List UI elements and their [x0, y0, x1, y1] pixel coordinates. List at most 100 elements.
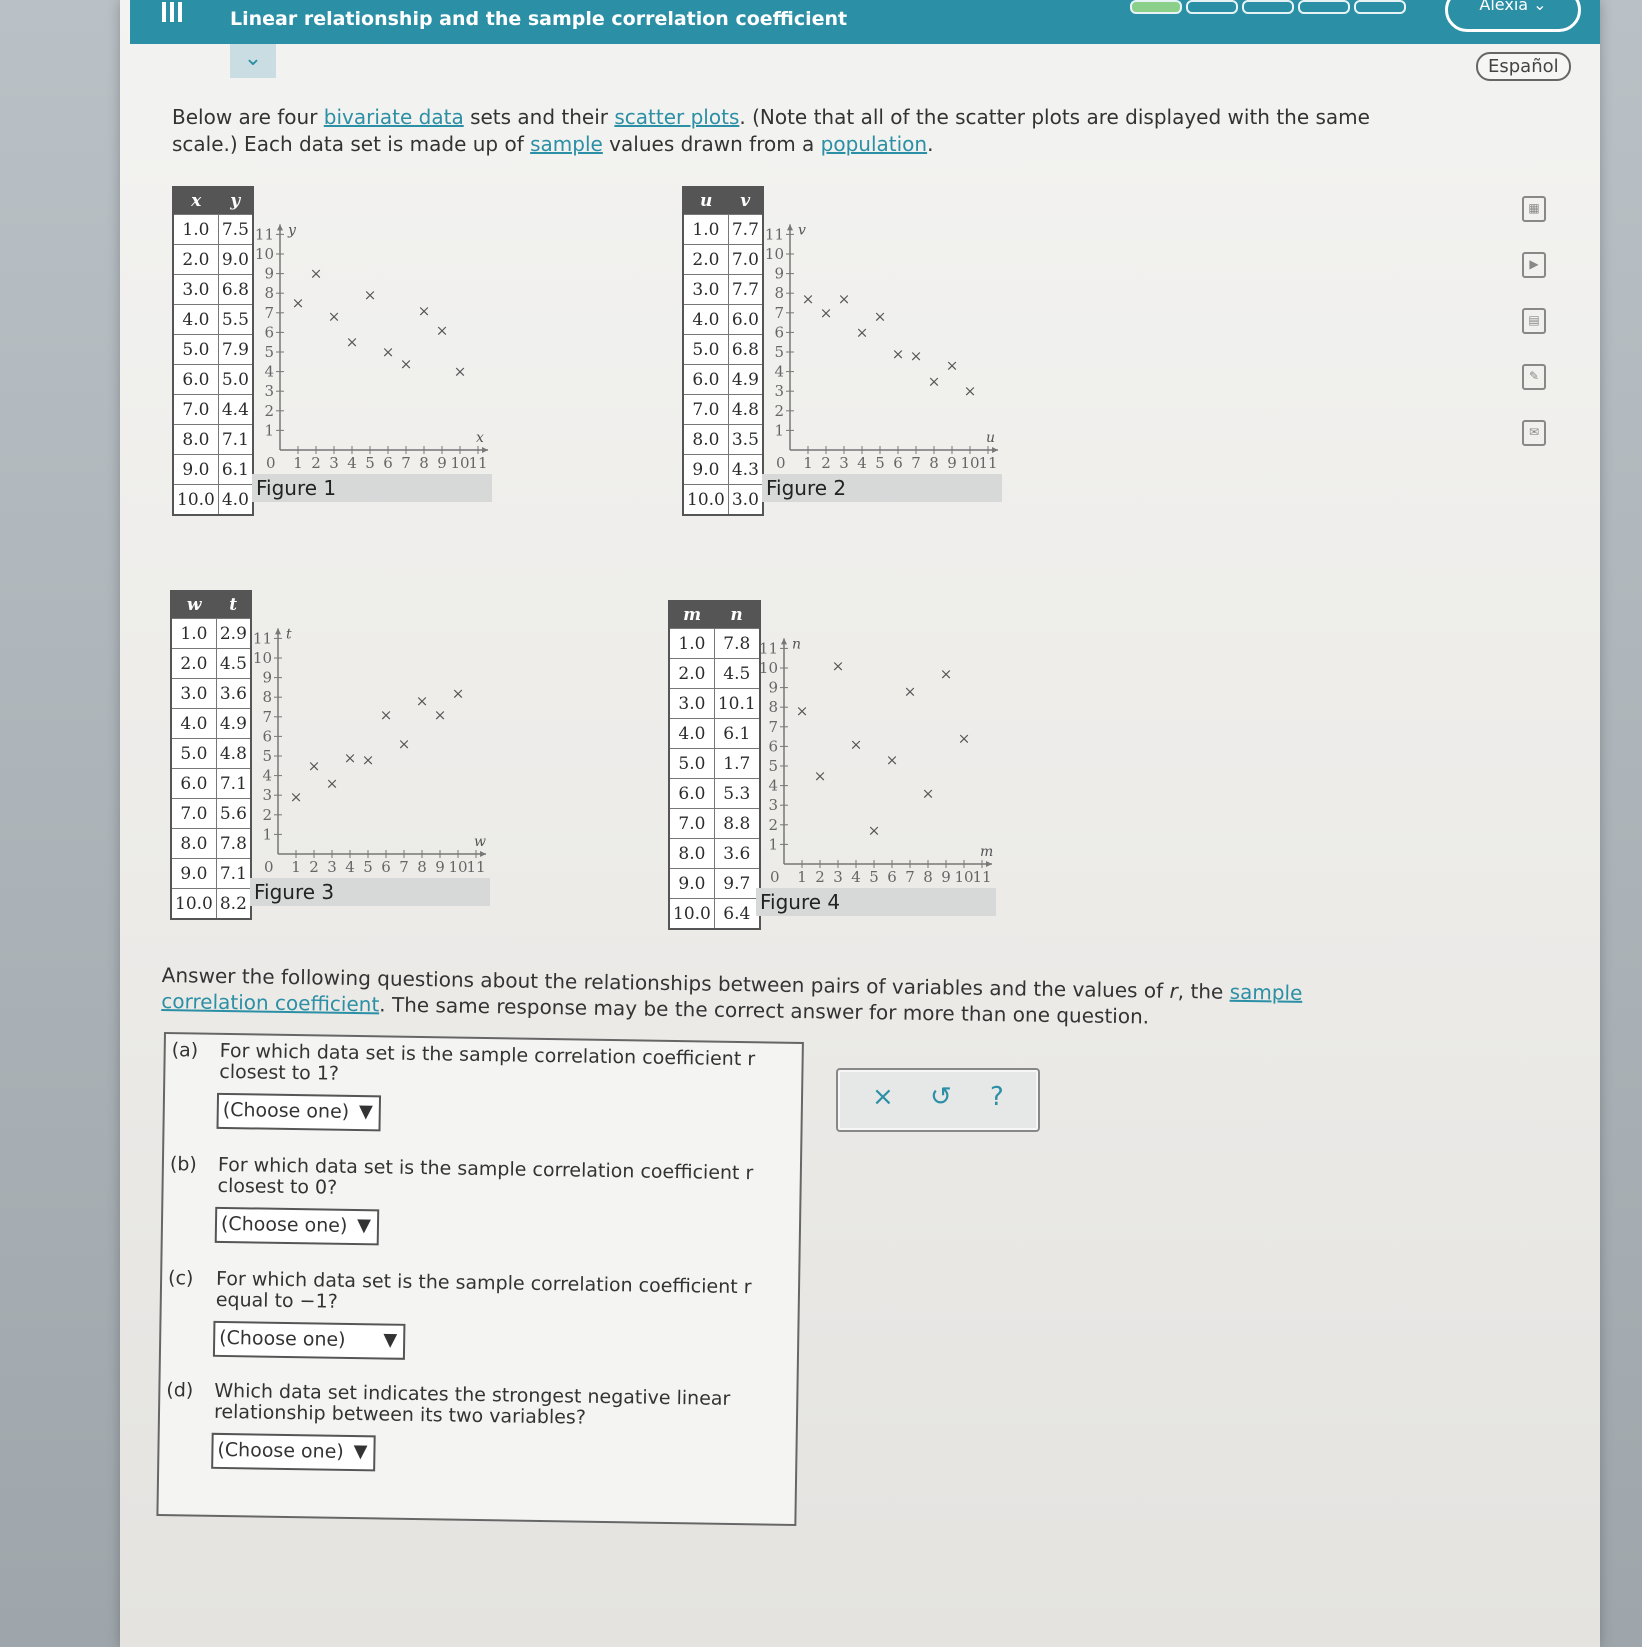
x-tick-label: 11	[972, 868, 991, 886]
chevron-down-icon: ⌄	[243, 46, 263, 71]
y-tick-label: 9	[264, 265, 274, 283]
x-tick-label: 2	[309, 858, 319, 876]
x-tick-label: 9	[435, 858, 445, 876]
y-tick-label: 1	[264, 421, 274, 439]
table-header: y	[218, 187, 253, 215]
collapse-toggle[interactable]: ⌄	[230, 44, 276, 78]
table-row: 5.0 4.8	[170, 738, 252, 769]
answer-select-d[interactable]: (Choose one) ▼	[211, 1432, 376, 1472]
answer-select-b[interactable]: (Choose one) ▼	[214, 1206, 380, 1246]
table-cell: 3.0	[727, 484, 764, 516]
y-tick-label: 11	[255, 225, 274, 243]
answer-select-c[interactable]: (Choose one) ▼	[212, 1320, 406, 1360]
y-tick-label: 7	[774, 304, 784, 322]
table-cell: 8.8	[713, 808, 761, 839]
origin-label: 0	[770, 868, 780, 886]
table-row: 6.0 7.1	[170, 768, 252, 799]
table-row: 3.0 3.6	[170, 678, 252, 709]
x-tick-label: 6	[887, 868, 897, 886]
data-point: ×	[868, 822, 881, 840]
table-cell: 1.0	[172, 214, 219, 245]
calculator-icon[interactable]: ▦	[1522, 196, 1546, 222]
scatter-plot-2: 1 1 2 2 3 3 4 4 5 5 6 6 7 7 8 8 9 9 10 10 11 11 0 u v × × × × × × × × × ×	[762, 212, 1002, 476]
y-tick-label: 10	[759, 659, 778, 677]
scatter-plot-1: 1 1 2 2 3 3 4 4 5 5 6 6 7 7 8 8 9 9 10 10 11 11 0 x y × × × × × × × × × ×	[252, 212, 492, 476]
intro-text-part: Below are four	[172, 105, 324, 129]
clear-button[interactable]: ×	[872, 1082, 894, 1112]
origin-label: 0	[776, 454, 786, 472]
undo-button[interactable]: ↺	[930, 1082, 952, 1112]
table-cell: 4.0	[170, 708, 217, 739]
data-point: ×	[832, 657, 845, 675]
question-label: (b)	[169, 1153, 197, 1176]
data-point: ×	[856, 323, 869, 341]
data-point: ×	[454, 363, 467, 381]
table-row: 9.0 7.1	[170, 858, 252, 889]
scatter-plot-3: 1 1 2 2 3 3 4 4 5 5 6 6 7 7 8 8 9 9 10 10 11 11 0 w t × × × × × × × × × ×	[250, 616, 490, 880]
mail-icon[interactable]: ✉	[1522, 420, 1546, 446]
x-tick-label: 7	[399, 858, 409, 876]
language-button[interactable]: Español	[1476, 52, 1571, 81]
table-header: n	[714, 601, 760, 629]
user-menu[interactable]: Alexia ⌄	[1445, 0, 1581, 32]
table-row: 8.0 7.8	[170, 828, 252, 859]
data-point: ×	[364, 286, 377, 304]
x-tick-label: 10	[450, 454, 469, 472]
data-point: ×	[946, 357, 959, 375]
table-row: 4.0 4.9	[170, 708, 252, 739]
dropdown-arrow-icon: ▼	[383, 1329, 398, 1351]
table-cell: 7.1	[215, 858, 252, 889]
y-tick-label: 5	[774, 343, 784, 361]
x-tick-label: 10	[954, 868, 973, 886]
question-b: (b) For which data set is the sample cor…	[170, 1153, 780, 1246]
x-tick-label: 1	[797, 868, 807, 886]
question-d: (d) Which data set indicates the stronge…	[166, 1379, 777, 1472]
table-cell: 7.0	[172, 394, 219, 425]
video-icon[interactable]: ▶	[1522, 252, 1546, 278]
y-tick-label: 3	[768, 796, 778, 814]
answer-intro-part: , the	[1177, 978, 1230, 1004]
table-cell: 2.0	[172, 244, 219, 275]
sample-link[interactable]: sample	[530, 132, 603, 156]
data-point: ×	[308, 757, 321, 775]
x-tick-label: 2	[311, 454, 321, 472]
y-tick-label: 8	[264, 284, 274, 302]
x-tick-label: 1	[291, 858, 301, 876]
intro-text: Below are four bivariate data sets and t…	[172, 104, 1412, 158]
data-table-2: u v 1.0 7.7 2.0 7.0 3.0 7.7 4.0 6.0 5.0 6.8 6.0 4.9 7.…	[682, 186, 764, 516]
topic-title: Linear relationship and the sample corre…	[230, 8, 848, 30]
data-point: ×	[382, 343, 395, 361]
answer-tools: × ↺ ?	[836, 1068, 1040, 1132]
menu-icon[interactable]	[162, 2, 186, 24]
user-name: Alexia	[1479, 0, 1529, 14]
y-tick-label: 4	[768, 777, 778, 795]
data-point: ×	[436, 321, 449, 339]
bivariate-data-link[interactable]: bivariate data	[324, 105, 464, 129]
y-tick-label: 3	[262, 786, 272, 804]
y-axis-arrow	[781, 638, 787, 645]
y-tick-label: 2	[262, 806, 272, 824]
y-axis-label: t	[286, 626, 292, 642]
table-cell: 1.0	[668, 628, 715, 659]
table-row: 1.0 7.7	[682, 214, 764, 245]
question-text: For which data set is the sample correla…	[217, 1153, 754, 1199]
table-cell: 10.0	[668, 898, 715, 930]
table-cell: 6.4	[713, 898, 761, 930]
y-axis-label: n	[792, 636, 801, 652]
figure-label-4: Figure 4	[756, 888, 996, 916]
notes-icon[interactable]: ✎	[1522, 364, 1546, 390]
y-tick-label: 5	[262, 747, 272, 765]
table-cell: 7.9	[217, 334, 254, 365]
select-value: (Choose one)	[222, 1098, 350, 1123]
x-tick-label: 1	[293, 454, 303, 472]
table-header: t	[216, 591, 251, 619]
population-link[interactable]: population	[821, 132, 927, 156]
scatter-plots-link[interactable]: scatter plots	[614, 105, 739, 129]
table-icon[interactable]: ▤	[1522, 308, 1546, 334]
figure-label-1: Figure 1	[252, 474, 492, 502]
help-button[interactable]: ?	[990, 1082, 1004, 1112]
table-cell: 4.5	[713, 658, 761, 689]
answer-select-a[interactable]: (Choose one) ▼	[216, 1092, 382, 1132]
y-tick-label: 11	[765, 225, 784, 243]
data-point: ×	[380, 706, 393, 724]
